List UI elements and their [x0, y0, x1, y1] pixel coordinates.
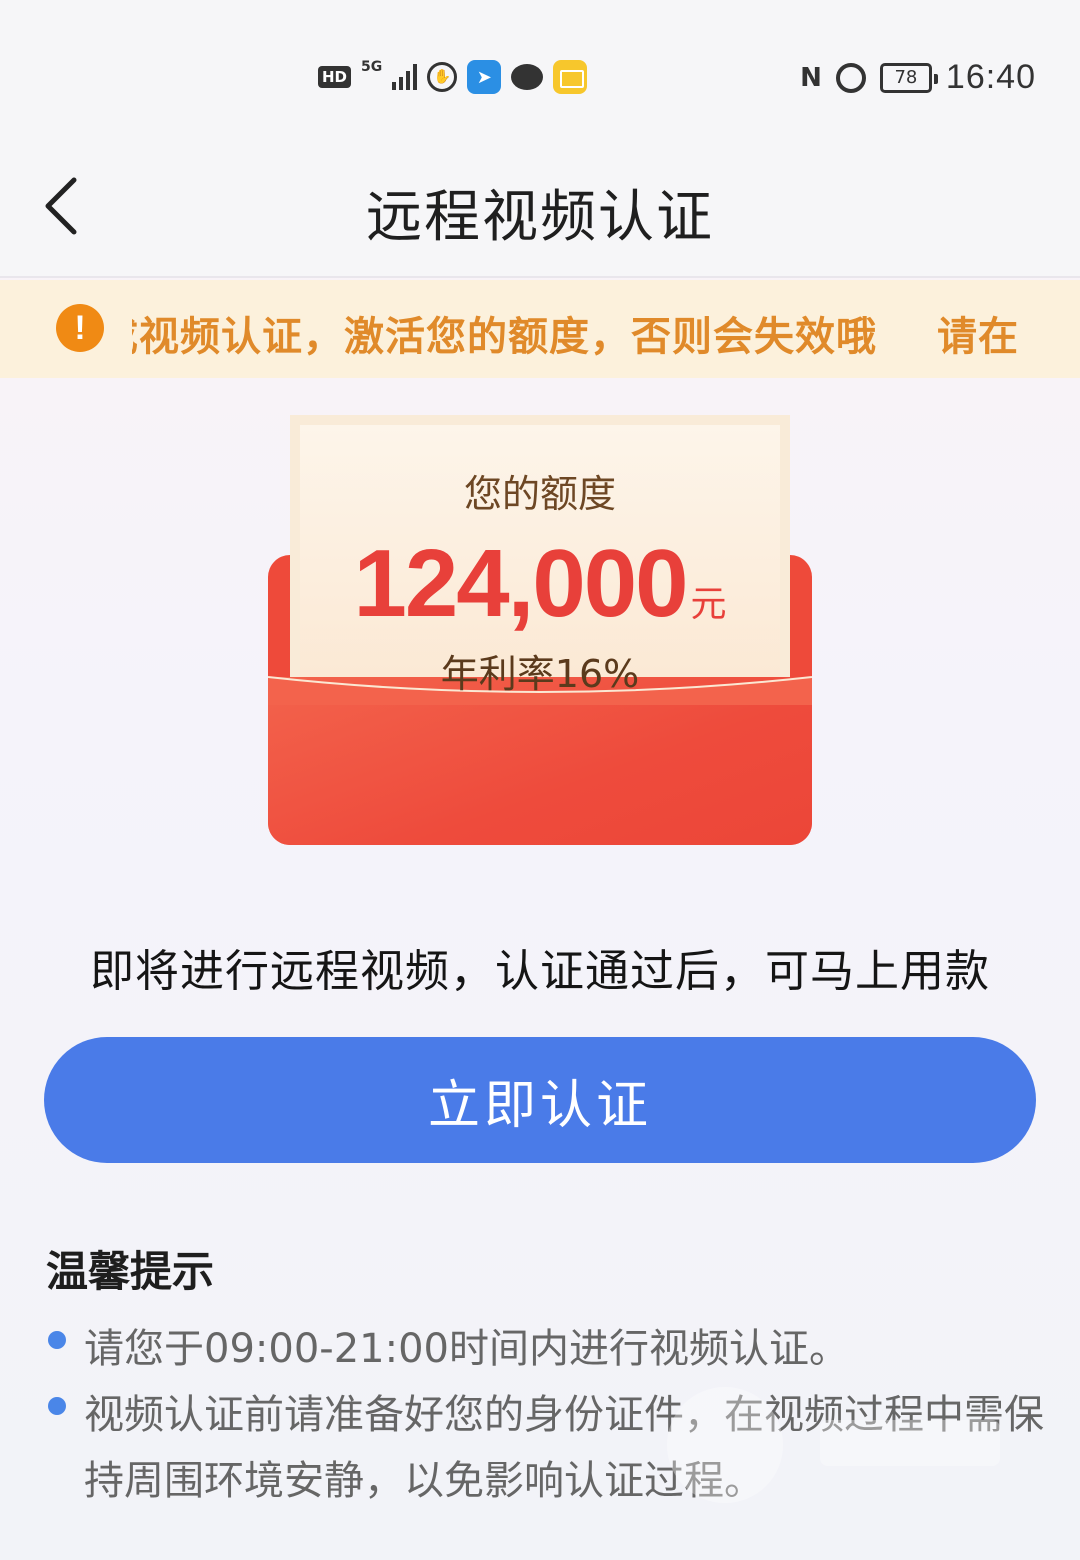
- status-bar: HD 5G ✋ ➤ N 78 16:40: [0, 0, 1080, 150]
- app-header: 远程视频认证: [0, 150, 1080, 278]
- limit-amount-value: 124,000: [353, 530, 688, 637]
- battery-level: 78: [894, 67, 918, 88]
- signal-icon: [392, 64, 418, 90]
- mail-icon: [553, 60, 588, 94]
- notice-text: 成视频认证，激活您的额度，否则会失效哦 请在: [132, 304, 1042, 362]
- chat-icon: [511, 64, 544, 90]
- warning-icon: !: [56, 304, 104, 352]
- credit-limit-card: 您的额度 124,000 元 年利率16%: [268, 415, 812, 845]
- interest-rate: 年利率16%: [440, 652, 640, 696]
- notice-message-next: 请在: [937, 314, 1019, 360]
- limit-amount: 124,000 元: [268, 529, 812, 639]
- limit-amount-unit: 元: [690, 584, 727, 625]
- info-text: 即将进行远程视频，认证通过后，可马上用款: [90, 946, 990, 997]
- app-icon: ➤: [467, 60, 502, 94]
- limit-label: 您的额度: [463, 472, 616, 516]
- signal-5g-label: 5G: [361, 59, 383, 75]
- notice-marquee: 成视频认证，激活您的额度，否则会失效哦 请在: [132, 280, 1042, 378]
- notice-bar: ! 成视频认证，激活您的额度，否则会失效哦 请在: [0, 280, 1080, 378]
- tip-item: 请您于09:00-21:00时间内进行视频认证。: [46, 1316, 1046, 1382]
- battery-icon: 78: [879, 62, 938, 93]
- clock: 16:40: [945, 58, 1036, 96]
- status-bar-left: HD 5G ✋ ➤: [318, 59, 588, 94]
- vpn-icon: ✋: [427, 62, 458, 92]
- alarm-icon: [835, 62, 866, 93]
- tips-title: 温馨提示: [46, 1247, 215, 1296]
- page-title: 远程视频认证: [366, 185, 714, 250]
- verify-now-button[interactable]: 立即认证: [44, 1037, 1036, 1163]
- watermark-logo: [667, 1387, 1000, 1503]
- hd-icon: HD: [318, 66, 352, 88]
- status-bar-right: N 78 16:40: [800, 58, 1036, 97]
- notice-message: 成视频认证，激活您的额度，否则会失效哦: [132, 314, 877, 360]
- nfc-icon: N: [800, 62, 822, 93]
